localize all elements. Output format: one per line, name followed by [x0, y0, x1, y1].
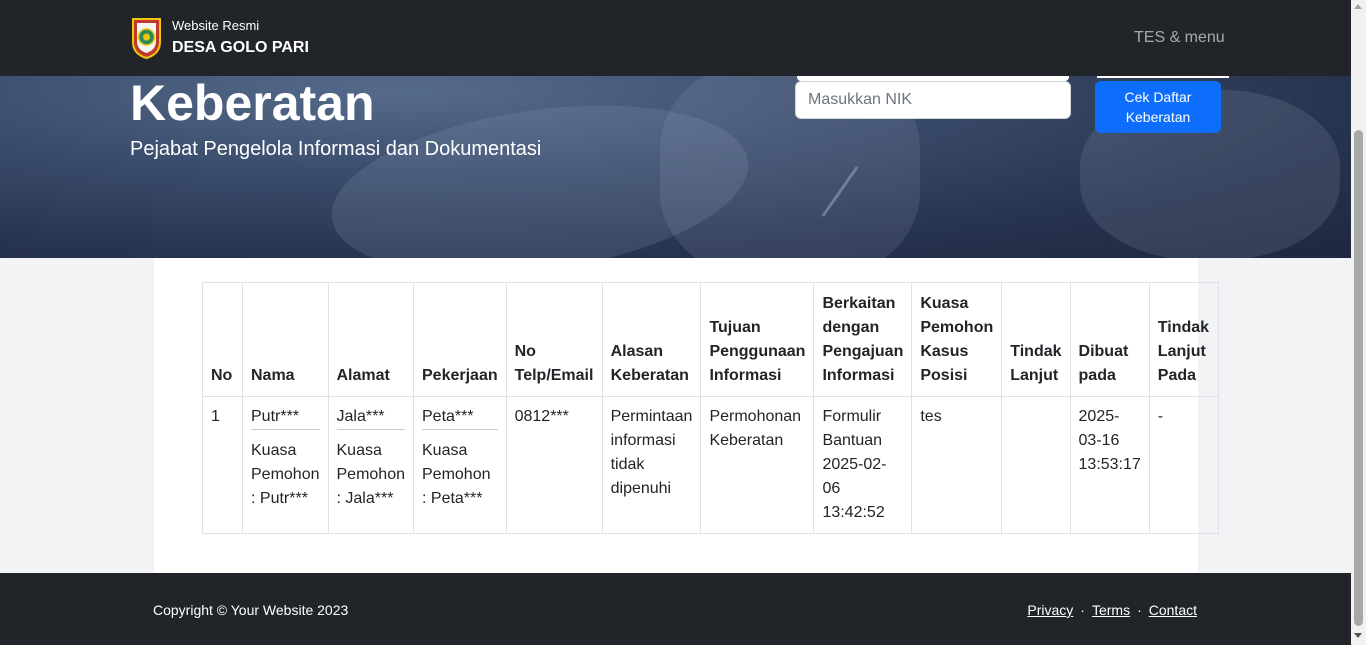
regency-emblem-icon[interactable]: [130, 16, 163, 60]
terms-link[interactable]: Terms: [1092, 602, 1130, 618]
column-header-tujuan: Tujuan Penggunaan Informasi: [700, 282, 815, 397]
column-header-tindak-lanjut: Tindak Lanjut: [1001, 282, 1071, 397]
table-row: 1 Putr*** Kuasa Pemohon : Putr*** Jala**…: [202, 396, 1219, 534]
nik-input[interactable]: [795, 81, 1071, 119]
cell-pekerjaan-value: Peta***: [422, 405, 498, 430]
page-subtitle: Pejabat Pengelola Informasi dan Dokument…: [130, 138, 542, 160]
cell-nama: Putr*** Kuasa Pemohon : Putr***: [242, 396, 329, 534]
objection-table: No Nama Alamat Pekerjaan No Telp/Email A…: [202, 282, 1219, 534]
cell-pekerjaan-kuasa: Kuasa Pemohon : Peta***: [422, 442, 491, 507]
column-header-alamat: Alamat: [327, 282, 414, 397]
column-header-dibuat: Dibuat pada: [1069, 282, 1150, 397]
cell-telp: 0812***: [505, 396, 603, 534]
cell-nama-value: Putr***: [251, 405, 320, 430]
privacy-link[interactable]: Privacy: [1027, 602, 1073, 618]
cell-tindak-lanjut-pada: -: [1148, 396, 1219, 534]
column-header-nama: Nama: [242, 282, 329, 397]
cell-alasan: Permintaan informasi tidak dipenuhi: [601, 396, 702, 534]
column-header-kuasa-kasus: Kuasa Pemohon Kasus Posisi: [911, 282, 1003, 397]
navbar: Website Resmi DESA GOLO PARI TES & menu: [0, 0, 1351, 76]
cell-berkaitan: Formulir Bantuan 2025-02-06 13:42:52: [813, 396, 913, 534]
cell-tujuan: Permohonan Keberatan: [700, 396, 815, 534]
footer-links: Privacy · Terms · Contact: [1027, 602, 1197, 618]
cell-alamat-kuasa: Kuasa Pemohon : Jala***: [336, 442, 406, 507]
scroll-down-arrow-icon[interactable]: [1354, 633, 1362, 638]
cell-alamat: Jala*** Kuasa Pemohon : Jala***: [327, 396, 414, 534]
column-header-alasan: Alasan Keberatan: [601, 282, 702, 397]
column-header-no: No: [202, 282, 243, 397]
column-header-pekerjaan: Pekerjaan: [413, 282, 507, 397]
page-title: Keberatan: [130, 75, 375, 131]
nav-menu-toggle[interactable]: TES & menu: [1134, 29, 1225, 47]
cell-nama-kuasa: Kuasa Pemohon : Putr***: [251, 442, 320, 507]
cell-alamat-value: Jala***: [336, 405, 405, 430]
contact-link[interactable]: Contact: [1149, 602, 1197, 618]
cell-pekerjaan: Peta*** Kuasa Pemohon : Peta***: [413, 396, 507, 534]
cell-no: 1: [202, 396, 243, 534]
check-objection-list-button[interactable]: Cek Daftar Keberatan: [1095, 81, 1221, 133]
partially-hidden-button-edge: [1097, 76, 1229, 78]
column-header-tindak-lanjut-pada: Tindak Lanjut Pada: [1148, 282, 1219, 397]
cell-kuasa-kasus: tes: [911, 396, 1003, 534]
footer: Copyright © Your Website 2023 Privacy · Te…: [0, 573, 1351, 645]
footer-separator: ·: [1137, 602, 1142, 618]
cell-dibuat: 2025-03-16 13:53:17: [1069, 396, 1150, 534]
cell-tindak-lanjut: [1001, 396, 1071, 534]
table-header-row: No Nama Alamat Pekerjaan No Telp/Email A…: [202, 282, 1219, 397]
copyright-text: Copyright © Your Website 2023: [153, 602, 349, 618]
brand-name[interactable]: DESA GOLO PARI: [172, 39, 309, 57]
column-header-berkaitan: Berkaitan dengan Pengajuan Informasi: [813, 282, 913, 397]
scroll-up-arrow-icon[interactable]: [1354, 4, 1362, 9]
footer-separator: ·: [1080, 602, 1085, 618]
brand-tagline[interactable]: Website Resmi: [172, 18, 259, 33]
scrollbar-thumb[interactable]: [1354, 130, 1363, 626]
column-header-telp: No Telp/Email: [505, 282, 603, 397]
